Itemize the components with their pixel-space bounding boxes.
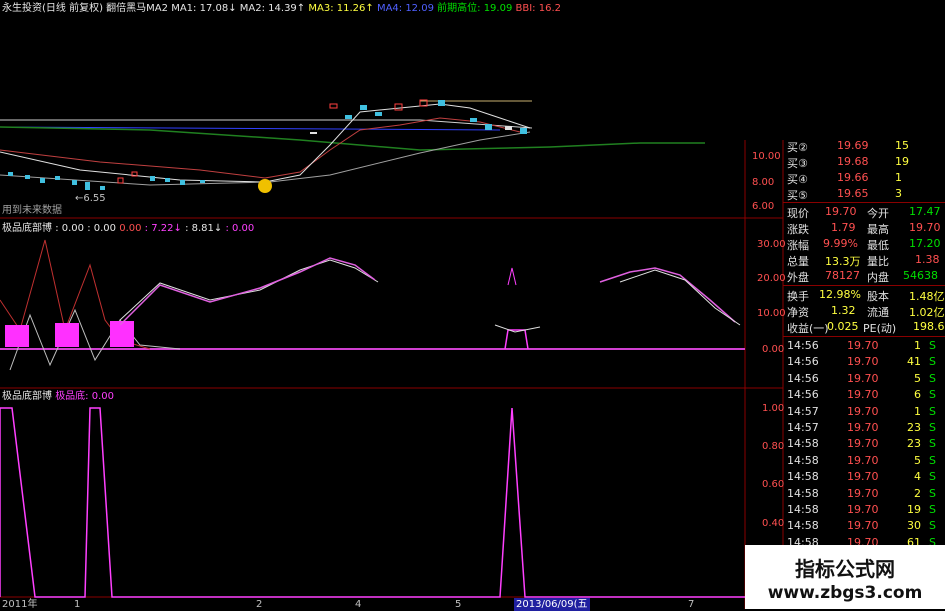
sub1-magenta-line: [119, 257, 376, 326]
date-axis-label: 2: [256, 599, 263, 610]
sub2-signal-line: [0, 407, 745, 598]
date-axis-label: 5: [455, 599, 462, 610]
quote-row: 现价 19.70 今开 17.47: [787, 205, 941, 220]
sub1-tick: 30.00: [757, 239, 786, 250]
watermark-title: 指标公式网: [795, 557, 895, 581]
divider: [783, 202, 945, 203]
ma-line-gray: [0, 131, 531, 186]
sub1-title[interactable]: 极品底部博: [2, 223, 52, 234]
sub1-gray-line: [9, 308, 181, 371]
indicator-name[interactable]: 翻倍黑马MA2: [106, 3, 168, 14]
smiley-signal-icon: [258, 179, 272, 193]
sub1-header: 极品底部博 : 0.00 : 0.00 0.00 : 7.22↓ : 8.81↓…: [2, 222, 254, 235]
sub1-magenta-line2: [599, 267, 736, 323]
tick-row[interactable]: 14:58 19.70 4 S: [783, 469, 945, 485]
divider: [783, 336, 945, 337]
tick-row[interactable]: 14:57 19.70 23 S: [783, 420, 945, 436]
sub1-small-line: [494, 324, 541, 333]
quote-row: 总量 13.3万 量比 1.38: [787, 253, 940, 268]
sub2-title[interactable]: 极品底部博: [2, 391, 52, 402]
tick-row[interactable]: 14:58 19.70 19 S: [783, 502, 945, 518]
low-price-label: ←6.55: [75, 193, 106, 204]
quote-row: 换手 12.98% 股本 1.48亿: [787, 288, 945, 303]
price-tick: 6.00: [752, 201, 775, 212]
ma-line-white: [0, 119, 533, 129]
sub2-tick: 0.60: [762, 479, 785, 490]
sub1-value: : 0.00: [225, 223, 255, 234]
order-book-row[interactable]: 买⑤ 19.65 3: [783, 186, 945, 202]
sub2-header: 极品底部博 极品底: 0.00: [2, 390, 114, 403]
tick-row[interactable]: 14:58 19.70 23 S: [783, 436, 945, 452]
sub2-tick: 0.40: [762, 518, 785, 529]
price-tick: 10.00: [752, 151, 781, 162]
chart-header: 永生投资(日线 前复权) 翻倍黑马MA2 MA1: 17.08↓ MA2: 14…: [2, 2, 561, 15]
tick-row[interactable]: 14:58 19.70 30 S: [783, 518, 945, 534]
tick-row[interactable]: 14:56 19.70 41 S: [783, 354, 945, 370]
quote-panel: 买② 19.69 15 买③ 19.68 19 买④ 19.66 1 买⑤ 19…: [783, 138, 945, 609]
quote-row: 涨跌 1.79 最高 19.70: [787, 221, 941, 236]
sub1-tick: 20.00: [757, 273, 786, 284]
prev-high-value: 前期高位: 19.09: [437, 3, 513, 14]
sub1-spike: [507, 267, 517, 286]
sub1-value: : 0.00: [87, 223, 117, 234]
divider: [783, 285, 945, 286]
quote-row: 净资 1.32 流通 1.02亿: [787, 304, 945, 319]
price-tick: 8.00: [752, 177, 775, 188]
sub1-signal-bar: [110, 321, 134, 347]
sub2-signal: 极品底: 0.00: [55, 391, 115, 402]
future-data-label: 用到未来数据: [2, 205, 62, 216]
sub1-signal-bar: [55, 323, 79, 347]
order-book-row[interactable]: 买③ 19.68 19: [783, 154, 945, 170]
date-axis-label: 7: [688, 599, 695, 610]
quote-row: 收益(一) 0.025 PE(动) 198.6: [787, 320, 945, 335]
tick-row[interactable]: 14:56 19.70 6 S: [783, 387, 945, 403]
sub1-white-line2: [619, 269, 741, 326]
tick-row[interactable]: 14:58 19.70 5 S: [783, 453, 945, 469]
sub1-tick: 0.00: [762, 344, 785, 355]
quote-row: 外盘 78127 内盘 54638: [787, 269, 938, 284]
stock-title[interactable]: 永生投资(日线 前复权): [2, 3, 103, 14]
quote-row: 涨幅 9.99% 最低 17.20: [787, 237, 941, 252]
order-book-row[interactable]: 买② 19.69 15: [783, 138, 945, 154]
sub1-signal-bar: [5, 325, 29, 347]
ma3-value: MA3: 11.26↑: [308, 3, 374, 14]
date-axis-current: 2013/06/09(五: [514, 598, 590, 611]
tick-row[interactable]: 14:57 19.70 1 S: [783, 404, 945, 420]
sub2-tick: 0.80: [762, 441, 785, 452]
watermark-url: www.zbgs3.com: [767, 583, 923, 603]
ma4-value: MA4: 12.09: [376, 3, 434, 14]
sub1-value: 0.00: [119, 223, 142, 234]
tick-row[interactable]: 14:58 19.70 2 S: [783, 486, 945, 502]
tick-row[interactable]: 14:56 19.70 5 S: [783, 371, 945, 387]
sub1-value: : 0.00: [55, 223, 85, 234]
ma-line-green: [0, 126, 705, 151]
watermark-logo: 指标公式网 www.zbgs3.com: [745, 545, 945, 609]
sub1-peak: [504, 329, 529, 350]
date-axis-label: 4: [355, 599, 362, 610]
sub2-tick: 1.00: [762, 403, 785, 414]
sub1-value: : 8.81↓: [185, 223, 223, 234]
ma2-value: MA2: 14.39↑: [239, 3, 306, 14]
ma1-value: MA1: 17.08↓: [171, 3, 237, 14]
tick-row[interactable]: 14:56 19.70 1 S: [783, 338, 945, 354]
candlesticks[interactable]: [8, 99, 527, 190]
date-axis-label: 1: [74, 599, 81, 610]
bbi-value: BBI: 16.2: [515, 3, 561, 14]
sub1-tick: 10.00: [757, 308, 786, 319]
order-book-row[interactable]: 买④ 19.66 1: [783, 170, 945, 186]
date-axis-label: 2011年: [2, 599, 38, 610]
ma-line-white2: [0, 103, 531, 183]
sub1-white-line: [119, 259, 379, 321]
sub1-value: : 7.22↓: [144, 223, 182, 234]
